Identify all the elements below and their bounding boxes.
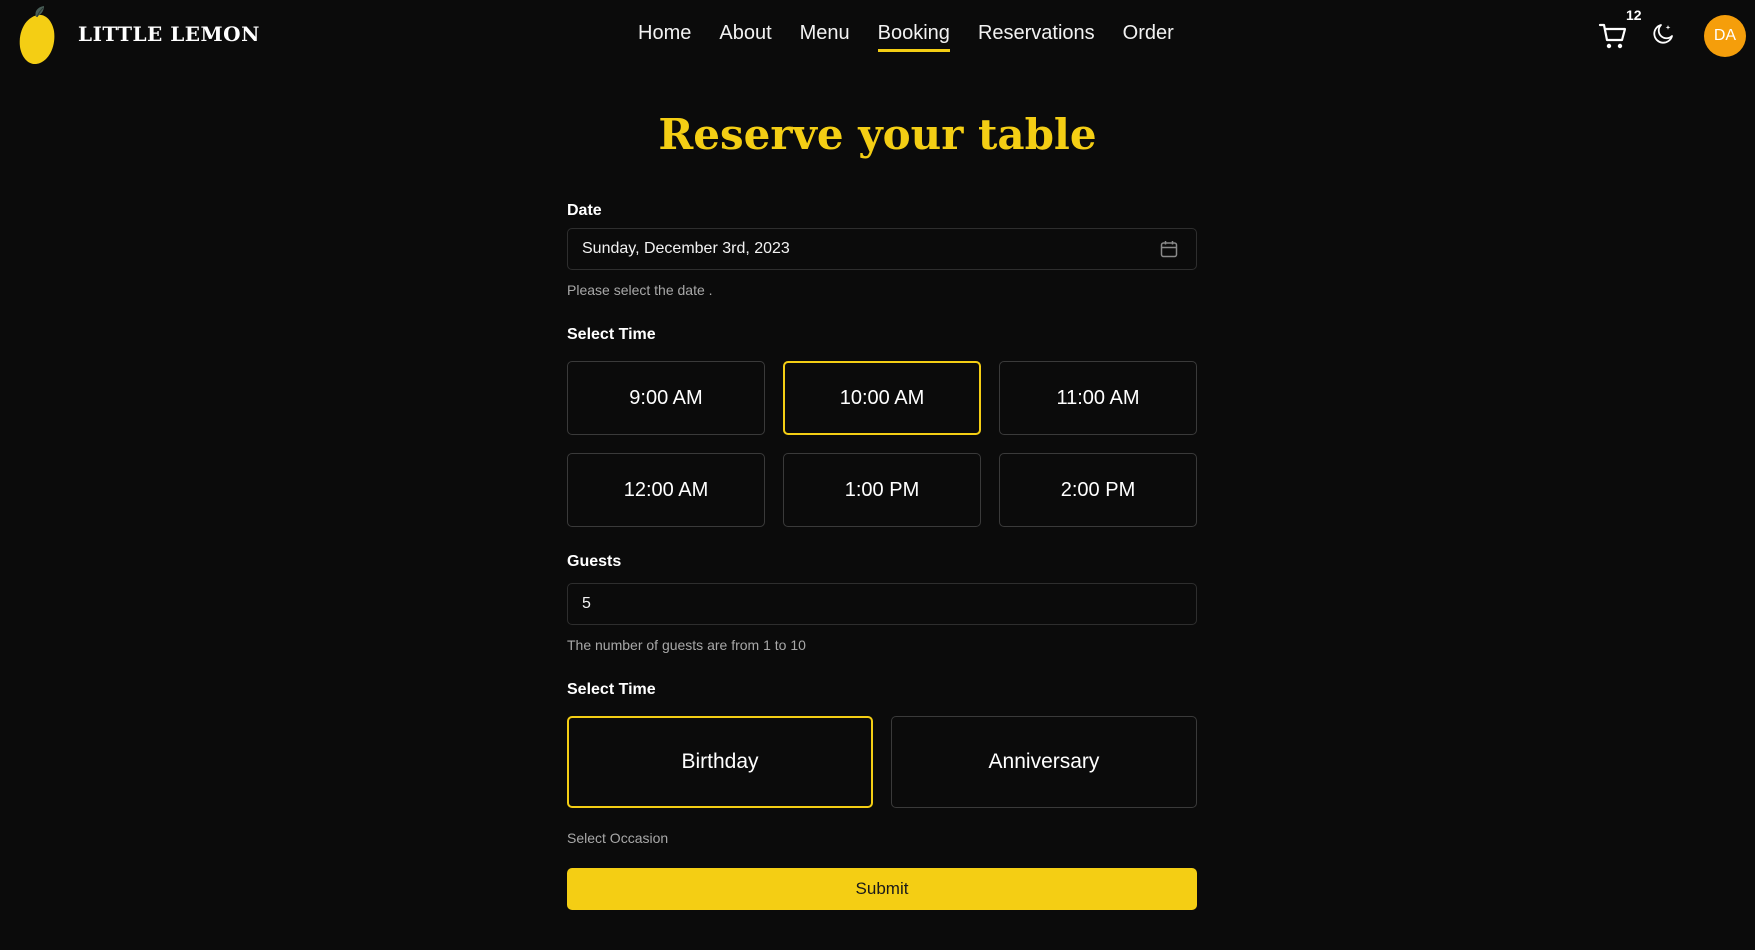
occasion-help-text: Select Occasion	[567, 830, 669, 846]
nav-home[interactable]: Home	[638, 22, 691, 52]
user-avatar[interactable]: DA	[1704, 15, 1746, 57]
nav-menu[interactable]: Menu	[800, 22, 850, 52]
date-field[interactable]: Sunday, December 3rd, 2023	[567, 228, 1197, 270]
time-label: Select Time	[567, 326, 656, 343]
nav-reservations[interactable]: Reservations	[978, 22, 1095, 52]
submit-button[interactable]: Submit	[567, 868, 1197, 910]
guests-help-text: The number of guests are from 1 to 10	[567, 637, 806, 653]
occasion-birthday[interactable]: Birthday	[567, 716, 873, 808]
cart-icon[interactable]	[1598, 22, 1628, 50]
time-slot-10am[interactable]: 10:00 AM	[783, 361, 981, 435]
time-slot-11am[interactable]: 11:00 AM	[999, 361, 1197, 435]
date-help-text: Please select the date .	[567, 282, 713, 298]
nav-booking[interactable]: Booking	[877, 22, 950, 52]
nav-order[interactable]: Order	[1123, 22, 1174, 52]
main-menu: Home About Menu Booking Reservations Ord…	[638, 22, 1202, 52]
nav-about[interactable]: About	[719, 22, 771, 52]
theme-toggle-icon[interactable]	[1651, 22, 1675, 46]
top-nav: LITTLE LEMON Home About Menu Booking Res…	[0, 0, 1755, 72]
occasion-anniversary[interactable]: Anniversary	[891, 716, 1197, 808]
time-slot-12am[interactable]: 12:00 AM	[567, 453, 765, 527]
calendar-icon[interactable]	[1160, 240, 1178, 258]
date-label: Date	[567, 202, 602, 219]
page-title: Reserve your table	[658, 110, 1097, 159]
time-slot-1pm[interactable]: 1:00 PM	[783, 453, 981, 527]
time-slot-2pm[interactable]: 2:00 PM	[999, 453, 1197, 527]
cart-count-badge: 12	[1626, 7, 1642, 23]
brand-name[interactable]: LITTLE LEMON	[78, 22, 260, 46]
occasion-label: Select Time	[567, 681, 656, 698]
date-value: Sunday, December 3rd, 2023	[582, 240, 790, 257]
time-slot-9am[interactable]: 9:00 AM	[567, 361, 765, 435]
lemon-logo-icon[interactable]	[16, 5, 58, 69]
guests-input[interactable]: 5	[567, 583, 1197, 625]
guests-label: Guests	[567, 553, 622, 570]
